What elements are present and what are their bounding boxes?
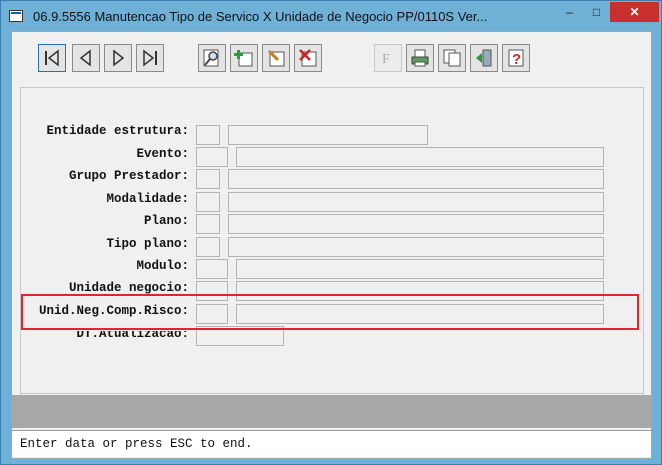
previous-record-button[interactable] (72, 44, 100, 72)
edit-button[interactable] (262, 44, 290, 72)
filter-icon: F (382, 52, 390, 67)
tipo-plano-description-field (228, 237, 604, 257)
copy-icon (443, 49, 461, 67)
first-record-icon (45, 49, 59, 67)
modalidade-code-field[interactable] (196, 192, 220, 212)
highlight-box (21, 294, 639, 330)
last-record-button[interactable] (136, 44, 164, 72)
help-button[interactable]: ? (502, 44, 530, 72)
add-button[interactable] (230, 44, 258, 72)
last-record-icon (143, 49, 157, 67)
magnifier-icon (203, 49, 219, 67)
delete-button[interactable] (294, 44, 322, 72)
entidade-estrutura-description-field (228, 125, 428, 145)
modalidade-description-field (228, 192, 604, 212)
toolbar: F ? (12, 32, 651, 82)
minimize-button[interactable]: – (556, 2, 583, 22)
printer-icon (411, 49, 429, 67)
grupo-prestador-code-field[interactable] (196, 169, 220, 189)
help-question-icon: ? (508, 49, 524, 68)
evento-code-field[interactable] (196, 147, 228, 167)
evento-description-field (236, 147, 604, 167)
minimize-icon: – (566, 5, 573, 19)
tipo-plano-code-field[interactable] (196, 237, 220, 257)
maximize-button[interactable]: □ (583, 2, 610, 22)
print-button[interactable] (406, 44, 434, 72)
entidade-estrutura-code-field[interactable] (196, 125, 220, 145)
plus-icon (234, 50, 253, 67)
window-title: 06.9.5556 Manutencao Tipo de Servico X U… (33, 9, 488, 24)
label-plano: Plano: (143, 214, 189, 228)
modulo-description-field (236, 259, 604, 279)
delete-x-icon (299, 49, 317, 67)
close-icon: ✕ (629, 5, 640, 19)
label-grupo-prestador: Grupo Prestador: (68, 169, 189, 183)
label-modulo: Modulo: (136, 259, 189, 273)
pencil-icon (267, 49, 285, 67)
search-button[interactable] (198, 44, 226, 72)
exit-door-icon (476, 49, 492, 67)
plano-code-field[interactable] (196, 214, 220, 234)
title-bar[interactable]: 06.9.5556 Manutencao Tipo de Servico X U… (1, 1, 661, 31)
exit-button[interactable] (470, 44, 498, 72)
copy-button[interactable] (438, 44, 466, 72)
grupo-prestador-description-field (228, 169, 604, 189)
app-window: 06.9.5556 Manutencao Tipo de Servico X U… (0, 0, 662, 465)
previous-record-icon (79, 49, 91, 67)
next-record-icon (113, 49, 125, 67)
first-record-button[interactable] (38, 44, 66, 72)
label-entidade-estrutura: Entidade estrutura: (46, 124, 189, 138)
status-message: Enter data or press ESC to end. (20, 437, 253, 451)
label-tipo-plano: Tipo plano: (106, 237, 189, 251)
gray-bar (12, 395, 651, 428)
svg-text:?: ? (512, 51, 521, 68)
label-unidade-negocio: Unidade negocio: (68, 281, 189, 295)
next-record-button[interactable] (104, 44, 132, 72)
app-icon[interactable] (9, 10, 23, 22)
svg-text:F: F (382, 52, 390, 67)
filter-button[interactable]: F (374, 44, 402, 72)
label-modalidade: Modalidade: (106, 192, 189, 206)
status-bar: Enter data or press ESC to end. (12, 430, 651, 457)
label-evento: Evento: (136, 147, 189, 161)
plano-description-field (228, 214, 604, 234)
maximize-icon: □ (592, 5, 601, 19)
close-button[interactable]: ✕ (610, 2, 659, 22)
modulo-code-field[interactable] (196, 259, 228, 279)
